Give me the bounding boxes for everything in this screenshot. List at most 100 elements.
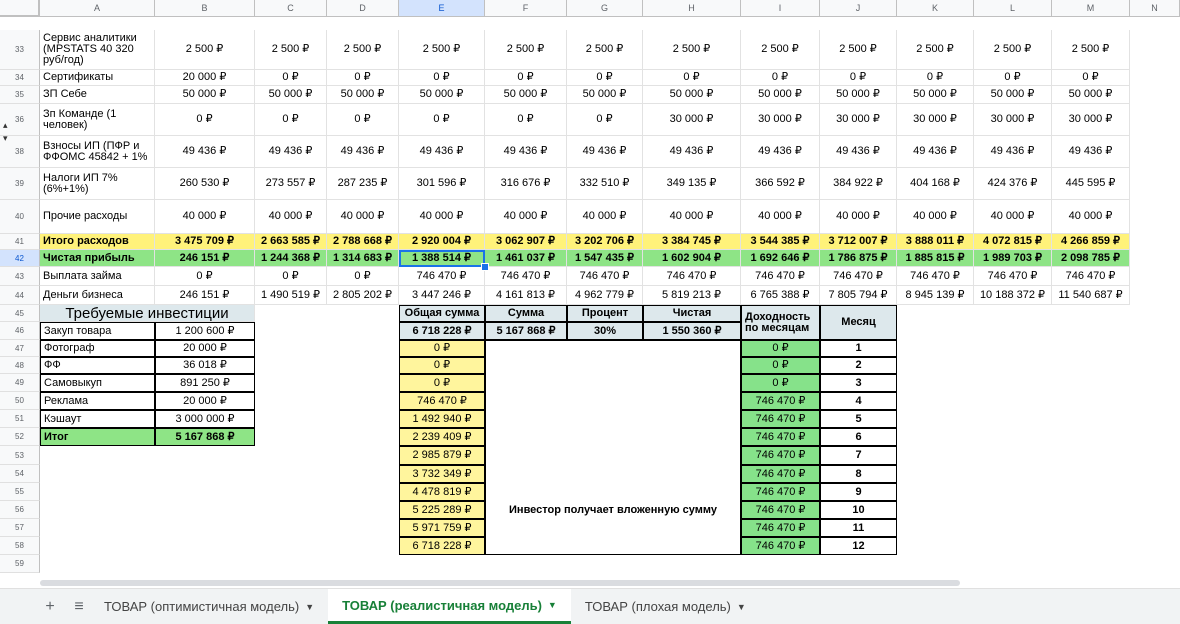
value-cell[interactable]: 40 000 ₽ xyxy=(974,200,1052,234)
value-cell[interactable]: 30 000 ₽ xyxy=(974,104,1052,136)
investor-total[interactable]: 0 ₽ xyxy=(399,357,485,374)
value-cell[interactable]: 40 000 ₽ xyxy=(327,200,399,234)
value-cell[interactable]: 0 ₽ xyxy=(155,104,255,136)
investor-monthly[interactable]: 0 ₽ xyxy=(741,357,820,374)
value-cell[interactable]: 2 500 ₽ xyxy=(485,30,567,70)
investment-label[interactable]: Итог xyxy=(40,428,155,446)
value-cell[interactable]: 0 ₽ xyxy=(974,70,1052,86)
value-cell[interactable]: 424 376 ₽ xyxy=(974,168,1052,200)
row-header-55[interactable]: 55 xyxy=(0,483,40,501)
value-cell[interactable]: 0 ₽ xyxy=(399,104,485,136)
value-cell[interactable]: 0 ₽ xyxy=(327,104,399,136)
value-cell[interactable]: 366 592 ₽ xyxy=(741,168,820,200)
row-header-59[interactable]: 59 xyxy=(0,555,40,573)
value-cell[interactable]: 0 ₽ xyxy=(820,70,897,86)
row-label[interactable]: Прочие расходы xyxy=(40,200,155,234)
horizontal-scrollbar[interactable] xyxy=(40,580,960,586)
column-header-d[interactable]: D xyxy=(327,0,399,17)
row-header-53[interactable]: 53 xyxy=(0,446,40,465)
value-cell[interactable]: 1 885 815 ₽ xyxy=(897,250,974,267)
value-cell[interactable]: 50 000 ₽ xyxy=(399,86,485,104)
value-cell[interactable]: 2 500 ₽ xyxy=(327,30,399,70)
value-cell[interactable]: 40 000 ₽ xyxy=(485,200,567,234)
value-cell[interactable]: 3 202 706 ₽ xyxy=(567,234,643,250)
month-number[interactable]: 5 xyxy=(820,410,897,428)
value-cell[interactable]: 0 ₽ xyxy=(155,267,255,286)
investment-label[interactable]: ФФ xyxy=(40,357,155,374)
value-cell[interactable]: 3 062 907 ₽ xyxy=(485,234,567,250)
value-cell[interactable]: 2 500 ₽ xyxy=(741,30,820,70)
value-cell[interactable]: 40 000 ₽ xyxy=(741,200,820,234)
value-cell[interactable]: 6 765 388 ₽ xyxy=(741,286,820,305)
value-cell[interactable]: 2 500 ₽ xyxy=(567,30,643,70)
investor-total[interactable]: 5 225 289 ₽ xyxy=(399,501,485,519)
value-cell[interactable]: 2 920 004 ₽ xyxy=(399,234,485,250)
column-header-f[interactable]: F xyxy=(485,0,567,17)
investment-value[interactable]: 36 018 ₽ xyxy=(155,357,255,374)
value-cell[interactable]: 246 151 ₽ xyxy=(155,250,255,267)
value-cell[interactable]: 4 962 779 ₽ xyxy=(567,286,643,305)
value-cell[interactable]: 50 000 ₽ xyxy=(897,86,974,104)
row-header-43[interactable]: 43 xyxy=(0,267,40,286)
investor-header[interactable]: Доходность по месяцам xyxy=(741,305,820,340)
value-cell[interactable]: 49 436 ₽ xyxy=(567,136,643,168)
value-cell[interactable]: 384 922 ₽ xyxy=(820,168,897,200)
value-cell[interactable]: 2 500 ₽ xyxy=(643,30,741,70)
value-cell[interactable]: 8 945 139 ₽ xyxy=(897,286,974,305)
value-cell[interactable]: 50 000 ₽ xyxy=(327,86,399,104)
investment-value[interactable]: 20 000 ₽ xyxy=(155,392,255,410)
row-header-34[interactable]: 34 xyxy=(0,70,40,86)
column-header-e[interactable]: E xyxy=(399,0,485,17)
value-cell[interactable]: 4 161 813 ₽ xyxy=(485,286,567,305)
row-header-57[interactable]: 57 xyxy=(0,519,40,537)
investor-summary[interactable]: 5 167 868 ₽ xyxy=(485,322,567,340)
investment-label[interactable]: Закуп товара xyxy=(40,322,155,340)
investor-total[interactable]: 4 478 819 ₽ xyxy=(399,483,485,501)
row-label[interactable]: Чистая прибыль xyxy=(40,250,155,267)
value-cell[interactable]: 50 000 ₽ xyxy=(643,86,741,104)
column-header-g[interactable]: G xyxy=(567,0,643,17)
value-cell[interactable]: 1 388 514 ₽ xyxy=(399,250,485,267)
value-cell[interactable]: 3 475 709 ₽ xyxy=(155,234,255,250)
value-cell[interactable]: 273 557 ₽ xyxy=(255,168,327,200)
value-cell[interactable]: 746 470 ₽ xyxy=(820,267,897,286)
value-cell[interactable]: 50 000 ₽ xyxy=(974,86,1052,104)
value-cell[interactable]: 3 712 007 ₽ xyxy=(820,234,897,250)
value-cell[interactable]: 2 500 ₽ xyxy=(974,30,1052,70)
investor-monthly[interactable]: 746 470 ₽ xyxy=(741,537,820,555)
row-label[interactable]: Сертификаты xyxy=(40,70,155,86)
investor-total[interactable]: 0 ₽ xyxy=(399,374,485,392)
row-header-41[interactable]: 41 xyxy=(0,234,40,250)
value-cell[interactable]: 49 436 ₽ xyxy=(327,136,399,168)
value-cell[interactable]: 0 ₽ xyxy=(327,70,399,86)
value-cell[interactable]: 30 000 ₽ xyxy=(741,104,820,136)
month-number[interactable]: 11 xyxy=(820,519,897,537)
investment-label[interactable]: Кэшаут xyxy=(40,410,155,428)
row-header-52[interactable]: 52 xyxy=(0,428,40,446)
month-number[interactable]: 7 xyxy=(820,446,897,465)
value-cell[interactable]: 50 000 ₽ xyxy=(820,86,897,104)
investor-header[interactable]: Чистая xyxy=(643,305,741,322)
investor-header[interactable]: Общая сумма xyxy=(399,305,485,322)
value-cell[interactable]: 0 ₽ xyxy=(399,70,485,86)
chevron-down-icon[interactable]: ▼ xyxy=(548,600,557,610)
value-cell[interactable]: 40 000 ₽ xyxy=(643,200,741,234)
row-header-44[interactable]: 44 xyxy=(0,286,40,305)
value-cell[interactable]: 49 436 ₽ xyxy=(399,136,485,168)
investor-monthly[interactable]: 746 470 ₽ xyxy=(741,392,820,410)
chevron-down-icon[interactable]: ▼ xyxy=(305,602,314,612)
value-cell[interactable]: 49 436 ₽ xyxy=(643,136,741,168)
month-number[interactable]: 9 xyxy=(820,483,897,501)
investor-monthly[interactable]: 0 ₽ xyxy=(741,340,820,357)
value-cell[interactable]: 2 500 ₽ xyxy=(820,30,897,70)
investor-header[interactable]: Процент xyxy=(567,305,643,322)
investment-label[interactable]: Фотограф xyxy=(40,340,155,357)
value-cell[interactable]: 1 989 703 ₽ xyxy=(974,250,1052,267)
investor-monthly[interactable]: 746 470 ₽ xyxy=(741,501,820,519)
column-header-k[interactable]: K xyxy=(897,0,974,17)
value-cell[interactable]: 0 ₽ xyxy=(741,70,820,86)
value-cell[interactable]: 316 676 ₽ xyxy=(485,168,567,200)
value-cell[interactable]: 3 447 246 ₽ xyxy=(399,286,485,305)
value-cell[interactable]: 2 500 ₽ xyxy=(155,30,255,70)
value-cell[interactable]: 49 436 ₽ xyxy=(485,136,567,168)
